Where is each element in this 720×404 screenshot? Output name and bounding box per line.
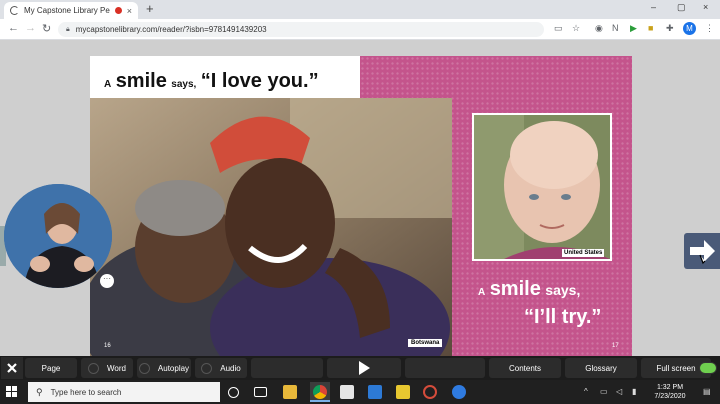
page-button[interactable]: Page [25,358,77,378]
tab-close-button[interactable]: × [127,6,132,16]
audio-radio-icon [201,362,213,374]
left-photo-caption: Botswana [408,339,443,347]
play-icon [359,361,370,375]
network-icon[interactable]: ▭ [600,387,608,396]
browser-toolbar: ← → ↻ 🔒︎ mycapstonelibrary.com/reader/?i… [0,19,720,40]
audio-button[interactable]: Audio [195,358,247,378]
clock-time: 1:32 PM [656,384,684,391]
mail-icon[interactable] [368,385,382,399]
browser-tab-strip: My Capstone Library People × + – ▢ × [0,0,720,19]
taskbar-search[interactable]: ⚲ Type here to search [28,382,220,402]
sign-language-video [4,184,112,288]
next-page-button[interactable] [684,233,720,269]
tab-title: My Capstone Library People [24,6,110,15]
file-explorer-icon[interactable] [283,385,297,399]
right-page-number: 17 [612,343,619,349]
autoplay-button[interactable]: Autoplay [137,358,191,378]
taskbar-clock[interactable]: 1:32 PM 7/23/2020 [648,383,692,401]
address-bar[interactable]: 🔒︎ mycapstonelibrary.com/reader/?isbn=97… [58,22,544,37]
notifications-icon[interactable]: ▤ [703,387,711,396]
right-page-quote: “I’ll try.” [524,306,602,328]
close-window-button[interactable]: × [703,2,708,12]
arrow-right-icon [690,240,715,265]
cortana-icon[interactable] [228,387,239,398]
word-button[interactable]: Word [81,358,133,378]
back-icon[interactable]: ← [8,22,19,34]
couple-photo [90,98,452,356]
task-view-icon[interactable] [254,387,267,397]
extension-box-icon[interactable]: ■ [648,23,653,33]
right-page-heading: A smile says, [478,278,581,300]
chrome-icon[interactable] [313,385,327,399]
autoplay-radio-icon [138,362,150,374]
extension-play-icon[interactable]: ▶ [630,23,637,34]
url-text: mycapstonelibrary.com/reader/?isbn=97814… [75,25,267,34]
cast-icon[interactable]: ▭ [554,23,563,34]
bookmark-star-icon[interactable]: ☆ [572,23,580,34]
left-page-number: 16 [104,343,111,349]
battery-icon[interactable]: ▮ [632,387,636,396]
minimize-button[interactable]: – [651,2,656,12]
reader-area: A smile says, “I love you.” Botswana 16 … [0,40,720,356]
toolbar-spacer-2 [405,358,485,378]
app-circle-icon[interactable] [423,385,437,399]
close-reader-button[interactable] [1,357,23,379]
loading-icon [10,6,19,15]
windows-start-icon[interactable] [6,386,18,398]
child-photo [474,115,610,259]
close-icon [7,363,17,373]
maximize-button[interactable]: ▢ [677,2,686,13]
right-photo-caption: United States [562,249,605,257]
toolbar-toggle[interactable] [699,362,717,374]
browser-tab[interactable]: My Capstone Library People × [4,2,138,19]
menu-kebab-icon[interactable]: ⋮ [705,23,714,34]
tray-chevron-icon[interactable]: ^ [584,387,588,396]
recording-icon [114,7,122,14]
taskbar-search-placeholder: Type here to search [50,387,122,397]
contents-button[interactable]: Contents [489,358,561,378]
word-radio-icon [88,362,100,374]
reader-toolbar: Page Word Autoplay Audio Contents Glossa… [0,356,720,380]
windows-taskbar: ⚲ Type here to search ^ ▭ ◁ ▮ 1:32 PM 7/… [0,380,720,404]
more-options-icon[interactable]: ··· [100,274,114,288]
child-photo-frame [472,113,612,261]
clock-date: 7/23/2020 [654,393,686,400]
new-tab-button[interactable]: + [146,2,154,16]
extensions-puzzle-icon[interactable]: ✚ [666,23,674,34]
extension-icon[interactable]: ◉ [595,23,603,34]
edge-icon[interactable] [452,385,466,399]
extension-np-icon[interactable]: N [612,23,619,33]
store-icon[interactable] [340,385,354,399]
lock-icon: 🔒︎ [66,25,70,33]
search-icon: ⚲ [36,386,43,397]
reload-icon[interactable]: ↻ [42,22,51,35]
left-page-heading: A smile says, “I love you.” [104,70,319,92]
play-button[interactable] [327,358,401,378]
volume-icon[interactable]: ◁ [616,387,622,396]
forward-icon[interactable]: → [25,22,36,34]
toolbar-spacer [251,358,323,378]
profile-avatar[interactable]: M [683,22,696,35]
sticky-notes-icon[interactable] [396,385,410,399]
glossary-button[interactable]: Glossary [565,358,637,378]
book-spread: A smile says, “I love you.” Botswana 16 … [90,56,632,356]
